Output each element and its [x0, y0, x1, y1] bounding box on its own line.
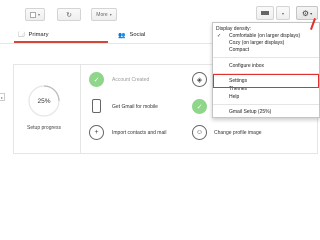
progress-label: Setup progress	[27, 125, 61, 131]
menu-divider	[213, 57, 319, 58]
refresh-button[interactable]: ↻	[57, 8, 81, 21]
profile-image-icon: ☺	[192, 125, 207, 140]
checkmark-icon: ✓	[89, 72, 104, 87]
gear-icon: ⚙	[301, 8, 310, 18]
chevron-down-icon: ▾	[109, 12, 112, 17]
inbox-icon: 🗔	[18, 32, 25, 38]
density-cozy[interactable]: Cozy (on larger displays)	[229, 40, 284, 46]
task-import-contacts[interactable]: Import contacts and mail	[112, 130, 166, 136]
tab-primary[interactable]: 🗔 Primary	[18, 28, 48, 42]
checkbox-icon	[29, 11, 36, 18]
input-tools-button[interactable]	[256, 6, 274, 20]
density-comfortable[interactable]: Comfortable (on larger displays)	[229, 33, 300, 39]
collapse-arrow-icon[interactable]: ▸	[0, 93, 5, 101]
tab-label: Primary	[28, 32, 49, 38]
display-density-title: Display density:	[216, 26, 252, 32]
menu-gmail-setup[interactable]: Gmail Setup (25%)	[229, 109, 271, 115]
add-contact-icon: +	[89, 125, 104, 140]
tab-social[interactable]: 👥 Social	[118, 28, 145, 42]
more-label: More	[96, 11, 108, 18]
chevron-down-icon: ▾	[310, 10, 313, 16]
menu-divider	[213, 104, 319, 105]
checkmark-icon: ✓	[217, 33, 222, 39]
task-get-gmail-mobile[interactable]: Get Gmail for mobile	[112, 104, 158, 110]
people-icon: 👥	[118, 32, 126, 39]
theme-icon: ◈	[192, 72, 207, 87]
chevron-down-icon: ▾	[281, 10, 284, 16]
more-button[interactable]: More ▾	[91, 8, 117, 21]
settings-highlight-box	[213, 74, 319, 88]
select-checkbox-button[interactable]: ▾	[25, 8, 45, 21]
menu-configure-inbox[interactable]: Configure inbox	[229, 63, 264, 69]
checkmark-icon: ✓	[192, 99, 207, 114]
chevron-down-icon: ▾	[37, 12, 40, 17]
mobile-phone-icon	[92, 99, 101, 113]
panel-divider	[80, 64, 81, 154]
menu-help[interactable]: Help	[229, 94, 239, 100]
keyboard-icon	[261, 11, 269, 15]
density-compact[interactable]: Compact	[229, 47, 249, 53]
progress-value: 25%	[37, 97, 51, 105]
task-change-profile-image[interactable]: Change profile image	[214, 130, 262, 136]
refresh-icon: ↻	[66, 11, 72, 19]
settings-dropdown-menu: Display density: ✓ Comfortable (on large…	[212, 22, 320, 118]
view-toggle-button[interactable]: ▾	[276, 6, 290, 20]
task-account-created: Account Created	[112, 77, 150, 83]
tab-label: Social	[129, 32, 146, 38]
